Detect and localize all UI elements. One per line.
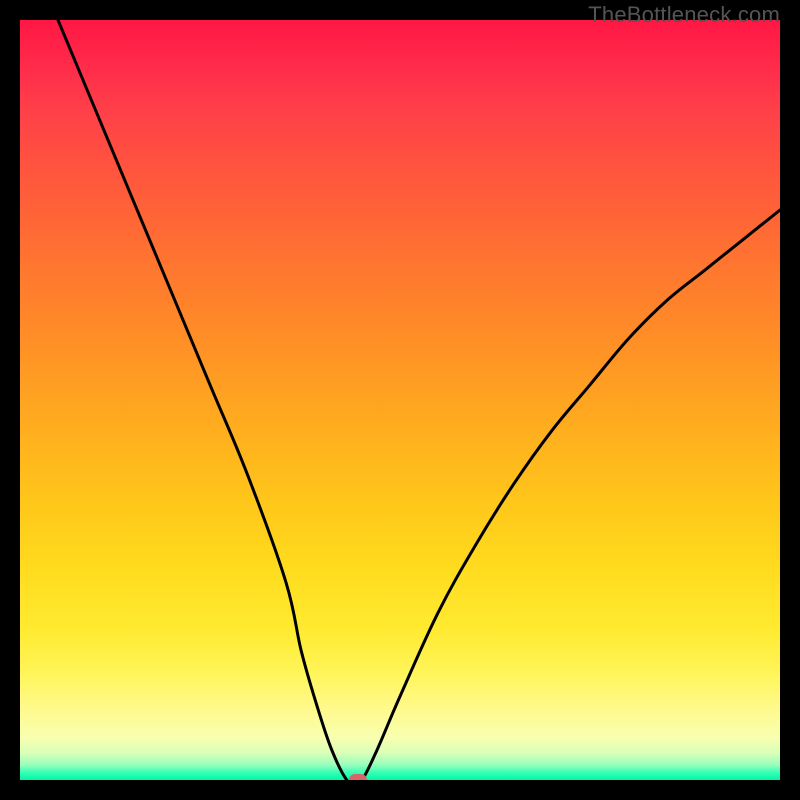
plot-frame xyxy=(20,20,780,780)
optimum-marker xyxy=(349,774,367,780)
chart-container: TheBottleneck.com xyxy=(0,0,800,800)
bottleneck-curve xyxy=(58,20,780,780)
plot-area xyxy=(20,20,780,780)
watermark-label: TheBottleneck.com xyxy=(588,2,780,28)
curve-svg xyxy=(20,20,780,780)
